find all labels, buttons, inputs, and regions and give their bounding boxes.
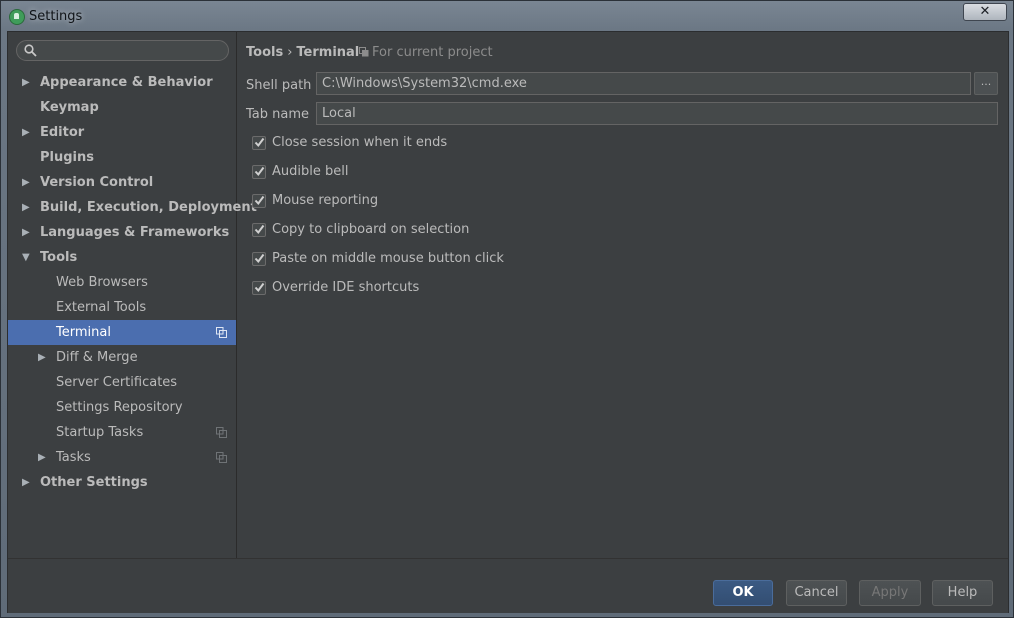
help-button[interactable]: Help	[932, 580, 993, 606]
sidebar-item-label: Editor	[40, 125, 85, 140]
sidebar-item-label: Diff & Merge	[56, 350, 138, 365]
sidebar-item-label: External Tools	[56, 300, 147, 315]
sidebar-item-label: Terminal	[56, 325, 111, 340]
shell-path-input[interactable]: C:\Windows\System32\cmd.exe	[316, 72, 971, 95]
collapsed-arrow-icon[interactable]: ▶	[22, 220, 32, 245]
checkmark-icon	[254, 195, 265, 206]
sidebar-item-server-certificates[interactable]: Server Certificates	[8, 370, 236, 395]
sidebar-item-label: Plugins	[40, 150, 94, 165]
option-label: Copy to clipboard on selection	[272, 222, 470, 237]
sidebar-item-label: Version Control	[40, 175, 154, 190]
dialog-footer: OK Cancel Apply Help	[8, 558, 1008, 613]
collapsed-arrow-icon[interactable]: ▶	[22, 470, 32, 495]
sidebar-item-label: Server Certificates	[56, 375, 178, 390]
checkbox[interactable]	[252, 194, 266, 208]
settings-window: Settings ✕ ▶ Appearance & Behavior Keymap ▶…	[0, 0, 1014, 618]
breadcrumb: Tools › Terminal	[246, 45, 359, 60]
close-button[interactable]: ✕	[963, 3, 1007, 21]
breadcrumb-current: Terminal	[296, 45, 360, 60]
sidebar-item-languages-and-frameworks[interactable]: ▶ Languages & Frameworks	[8, 220, 236, 245]
option-label: Audible bell	[272, 164, 349, 179]
sidebar-item-label: Build, Execution, Deployment	[40, 200, 257, 215]
sidebar-item-label: Appearance & Behavior	[40, 75, 213, 90]
scope-label: For current project	[372, 45, 493, 60]
sidebar-item-other-settings[interactable]: ▶ Other Settings	[8, 470, 236, 495]
copy-icon	[359, 47, 369, 57]
copy-icon	[216, 452, 227, 463]
shell-path-label: Shell path	[246, 78, 312, 93]
search-icon	[24, 44, 37, 57]
collapsed-arrow-icon[interactable]: ▶	[22, 120, 32, 145]
checkbox[interactable]	[252, 281, 266, 295]
project-scope-note: For current project	[359, 45, 493, 60]
checkbox[interactable]	[252, 252, 266, 266]
expanded-arrow-icon[interactable]: ▼	[22, 245, 32, 270]
option-label: Mouse reporting	[272, 193, 379, 208]
browse-button[interactable]: ...	[974, 72, 998, 95]
sidebar-item-appearance-and-behavior[interactable]: ▶ Appearance & Behavior	[8, 70, 236, 95]
dialog-client: ▶ Appearance & Behavior Keymap ▶ Editor Plugi…	[7, 31, 1009, 613]
breadcrumb-parent: Tools	[246, 45, 284, 60]
android-studio-icon	[9, 9, 25, 25]
checkbox[interactable]	[252, 165, 266, 179]
option-label: Close session when it ends	[272, 135, 448, 150]
sidebar-item-terminal[interactable]: Terminal	[8, 320, 236, 345]
sidebar-item-build-execution-deployment[interactable]: ▶ Build, Execution, Deployment	[8, 195, 257, 220]
sidebar-item-version-control[interactable]: ▶ Version Control	[8, 170, 236, 195]
collapsed-arrow-icon[interactable]: ▶	[22, 195, 32, 220]
sidebar-item-label: Tools	[40, 250, 78, 265]
ok-button[interactable]: OK	[713, 580, 773, 606]
sidebar-item-settings-repository[interactable]: Settings Repository	[8, 395, 236, 420]
settings-sidebar: ▶ Appearance & Behavior Keymap ▶ Editor Plugi…	[8, 32, 257, 558]
sidebar-item-diff-and-merge[interactable]: ▶ Diff & Merge	[8, 345, 236, 370]
option-label: Override IDE shortcuts	[272, 280, 420, 295]
collapsed-arrow-icon[interactable]: ▶	[38, 445, 48, 470]
breadcrumb-separator: ›	[287, 45, 293, 60]
sidebar-item-label: Other Settings	[40, 475, 148, 490]
checkbox[interactable]	[252, 223, 266, 237]
checkmark-icon	[254, 166, 265, 177]
cancel-button[interactable]: Cancel	[786, 580, 847, 606]
title-bar[interactable]: Settings ✕	[1, 1, 1013, 31]
sidebar-item-startup-tasks[interactable]: Startup Tasks	[8, 420, 236, 445]
sidebar-item-tasks[interactable]: ▶ Tasks	[8, 445, 236, 470]
sidebar-item-plugins[interactable]: Plugins	[8, 145, 236, 170]
checkmark-icon	[254, 253, 265, 264]
sidebar-item-label: Startup Tasks	[56, 425, 144, 440]
copy-icon	[216, 327, 227, 338]
tab-name-input[interactable]: Local	[316, 102, 998, 125]
sidebar-item-external-tools[interactable]: External Tools	[8, 295, 236, 320]
window-title: Settings	[29, 9, 83, 24]
option-label: Paste on middle mouse button click	[272, 251, 504, 266]
sidebar-item-label: Tasks	[56, 450, 91, 465]
checkmark-icon	[254, 137, 265, 148]
apply-button[interactable]: Apply	[859, 580, 921, 606]
sidebar-item-label: Settings Repository	[56, 400, 183, 415]
checkmark-icon	[254, 282, 265, 293]
tab-name-label: Tab name	[246, 107, 310, 122]
collapsed-arrow-icon[interactable]: ▶	[38, 345, 48, 370]
sidebar-item-label: Web Browsers	[56, 275, 148, 290]
terminal-settings-panel: Tools › Terminal For current project Shell…	[237, 32, 1008, 558]
search-input[interactable]	[16, 40, 229, 61]
collapsed-arrow-icon[interactable]: ▶	[22, 70, 32, 95]
collapsed-arrow-icon[interactable]: ▶	[22, 170, 32, 195]
sidebar-item-tools[interactable]: ▼ Tools	[8, 245, 236, 270]
sidebar-item-editor[interactable]: ▶ Editor	[8, 120, 236, 145]
checkbox[interactable]	[252, 136, 266, 150]
copy-icon	[216, 427, 227, 438]
sidebar-item-web-browsers[interactable]: Web Browsers	[8, 270, 236, 295]
sidebar-item-label: Languages & Frameworks	[40, 225, 230, 240]
sidebar-item-label: Keymap	[40, 100, 99, 115]
sidebar-item-keymap[interactable]: Keymap	[8, 95, 236, 120]
checkmark-icon	[254, 224, 265, 235]
